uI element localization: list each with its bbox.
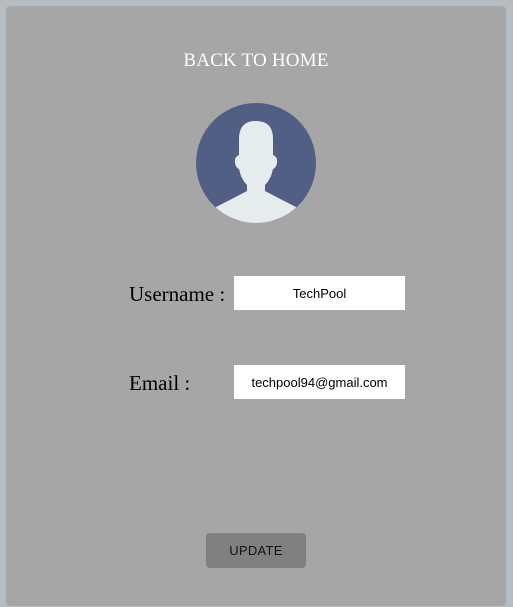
back-to-home-link[interactable]: BACK TO HOME: [6, 50, 506, 72]
username-label: Username :: [129, 282, 226, 306]
user-avatar-icon: [196, 103, 316, 223]
username-field[interactable]: [234, 276, 405, 310]
email-field[interactable]: [234, 365, 405, 399]
update-button[interactable]: UPDATE: [206, 533, 306, 568]
profile-card: BACK TO HOME Username : Email : UPDATE: [6, 6, 506, 606]
email-label: Email :: [129, 371, 191, 395]
